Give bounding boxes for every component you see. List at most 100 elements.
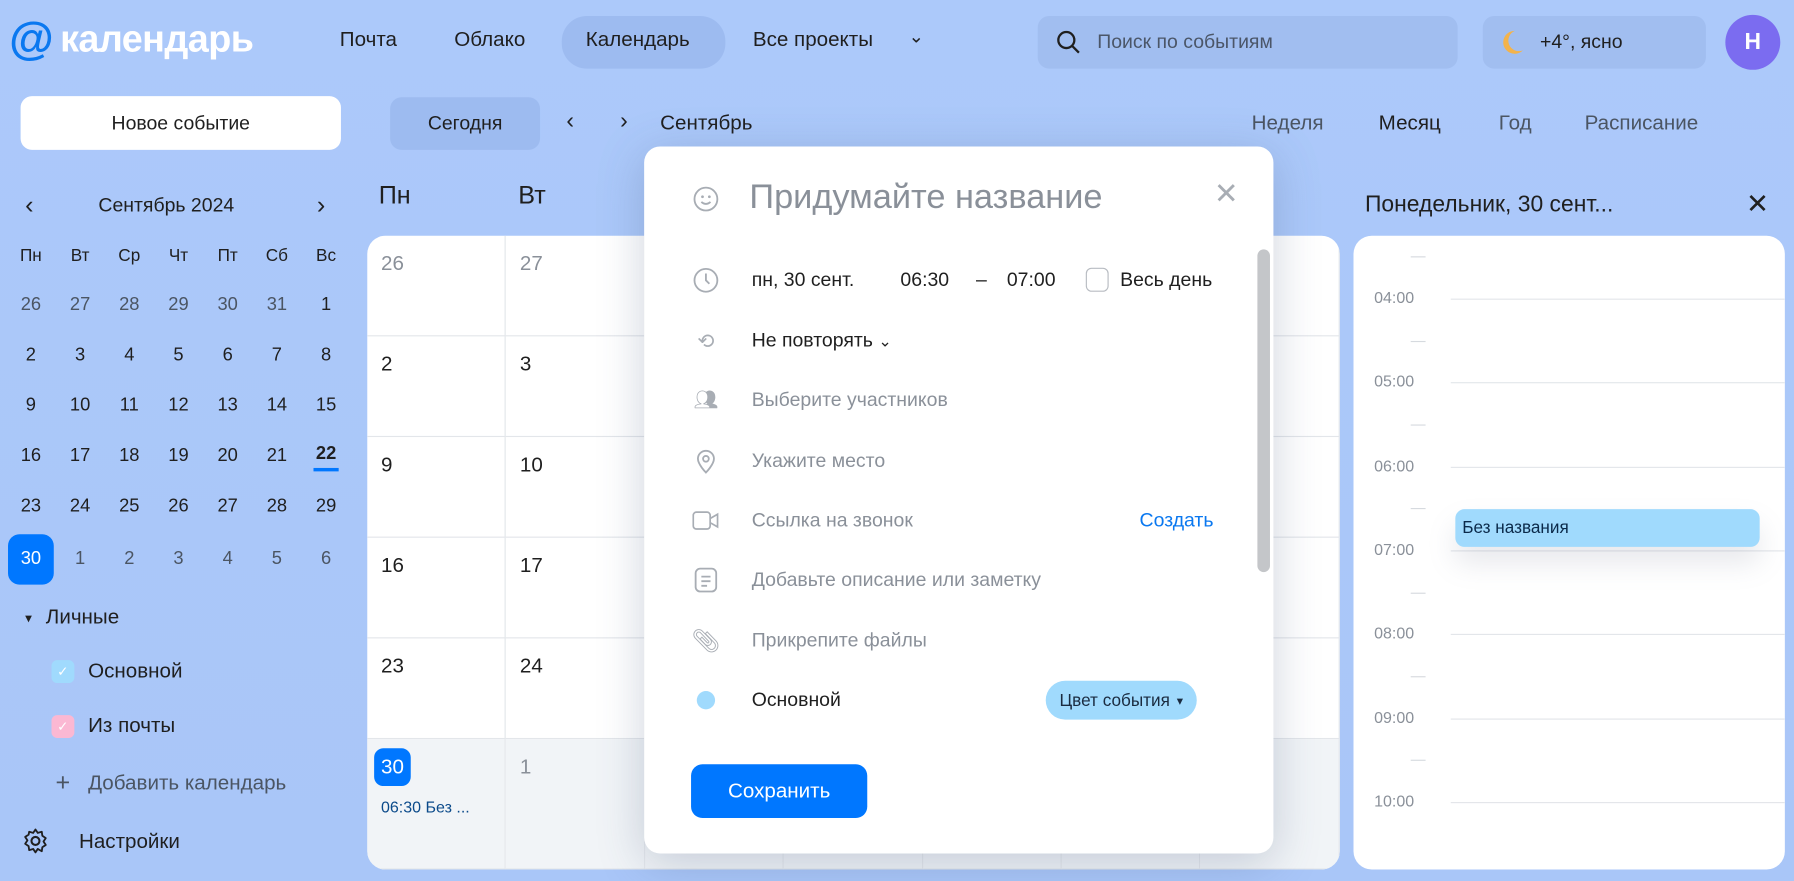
mini-day[interactable]: 27 <box>208 487 247 526</box>
mini-day[interactable]: 24 <box>61 487 100 526</box>
repeat-select[interactable]: Не повторять ⌄ <box>752 330 892 353</box>
mini-day[interactable]: 19 <box>159 437 198 476</box>
all-day-checkbox[interactable] <box>1085 267 1109 292</box>
mini-day[interactable]: 11 <box>110 387 149 426</box>
today-button[interactable]: Сегодня <box>390 97 541 150</box>
new-event-button[interactable]: Новое событие <box>20 96 341 150</box>
month-cell[interactable]: 30 06:30 Без ... <box>367 739 507 870</box>
calendar-group-personal[interactable]: ▾ Личные <box>25 605 119 629</box>
mini-day[interactable]: 2 <box>11 336 50 375</box>
nav-cloud[interactable]: Облако <box>454 27 525 51</box>
save-button[interactable]: Сохранить <box>691 764 868 819</box>
mini-day[interactable]: 16 <box>11 437 50 476</box>
mini-day[interactable]: 20 <box>208 437 247 476</box>
month-cell[interactable]: 2 <box>367 336 507 438</box>
mini-day[interactable]: 4 <box>208 540 247 579</box>
view-year[interactable]: Год <box>1499 111 1532 135</box>
mini-day[interactable]: 26 <box>159 487 198 526</box>
mini-day[interactable]: 10 <box>61 387 100 426</box>
create-call-link[interactable]: Создать <box>1140 509 1214 532</box>
participants-input[interactable]: Выберите участников <box>752 389 948 412</box>
mini-day[interactable]: 6 <box>208 336 247 375</box>
settings-button[interactable]: Настройки <box>22 827 180 854</box>
add-calendar-button[interactable]: + Добавить календарь <box>51 768 287 798</box>
nav-mail[interactable]: Почта <box>340 27 397 51</box>
mini-day[interactable]: 14 <box>257 387 296 426</box>
mini-day[interactable]: 23 <box>11 487 50 526</box>
mini-day[interactable]: 30 <box>208 286 247 325</box>
view-week[interactable]: Неделя <box>1252 111 1324 135</box>
next-month-icon[interactable]: › <box>620 109 628 135</box>
month-cell[interactable]: 27 <box>506 235 646 337</box>
location-input[interactable]: Укажите место <box>752 450 885 473</box>
emoji-icon[interactable] <box>692 185 719 212</box>
search-input[interactable]: Поиск по событиям <box>1037 16 1458 69</box>
mini-day[interactable]: 28 <box>110 286 149 325</box>
mini-day[interactable]: 13 <box>208 387 247 426</box>
event-color-button[interactable]: Цвет события ▾ <box>1045 680 1197 720</box>
mini-day[interactable]: 18 <box>110 437 149 476</box>
prev-month-icon[interactable]: ‹ <box>566 109 574 135</box>
mini-day[interactable]: 3 <box>159 540 198 579</box>
attach-files-button[interactable]: Прикрепите файлы <box>752 629 927 652</box>
mini-day[interactable]: 22 <box>313 437 339 472</box>
mini-day[interactable]: 31 <box>257 286 296 325</box>
mini-day[interactable]: 17 <box>61 437 100 476</box>
mini-day[interactable]: 3 <box>61 336 100 375</box>
mini-day[interactable]: 25 <box>110 487 149 526</box>
logo[interactable]: @ календарь <box>9 16 254 62</box>
mini-day[interactable]: 4 <box>110 336 149 375</box>
mini-day[interactable]: 29 <box>307 487 346 526</box>
day-event[interactable]: Без названия <box>1455 509 1760 547</box>
close-day-panel-icon[interactable]: ✕ <box>1746 188 1769 221</box>
mini-day[interactable]: 2 <box>110 540 149 579</box>
mini-day[interactable]: 7 <box>257 336 296 375</box>
end-time[interactable]: 07:00 <box>1007 269 1056 292</box>
month-cell[interactable]: 26 <box>367 235 507 337</box>
month-cell[interactable]: 16 <box>367 537 507 639</box>
calendar-from-mail[interactable]: ✓ Из почты <box>51 714 175 738</box>
mini-prev-icon[interactable]: ‹ <box>25 190 33 220</box>
mini-day[interactable]: 29 <box>159 286 198 325</box>
start-time[interactable]: 06:30 <box>900 269 949 292</box>
mini-day[interactable]: 1 <box>61 540 100 579</box>
calendar-main[interactable]: ✓ Основной <box>51 659 183 683</box>
mini-day[interactable]: 21 <box>257 437 296 476</box>
event-date[interactable]: пн, 30 сент. <box>752 269 855 292</box>
avatar[interactable]: Н <box>1725 14 1781 70</box>
mini-day[interactable]: 5 <box>159 336 198 375</box>
month-event-preview[interactable]: 06:30 Без ... <box>381 797 505 815</box>
mini-day[interactable]: 9 <box>11 387 50 426</box>
mini-day[interactable]: 1 <box>307 286 346 325</box>
weather-widget[interactable]: +4°, ясно <box>1482 16 1706 69</box>
month-cell[interactable]: 3 <box>506 336 646 438</box>
month-cell[interactable]: 1 <box>506 739 646 870</box>
mini-next-icon[interactable]: › <box>317 190 325 220</box>
chevron-down-icon[interactable]: ⌄ <box>908 25 923 48</box>
description-input[interactable]: Добавьте описание или заметку <box>752 569 1041 592</box>
checkbox-checked-icon[interactable]: ✓ <box>51 659 75 683</box>
month-cell[interactable]: 10 <box>506 437 646 538</box>
scrollbar[interactable] <box>1257 249 1270 573</box>
view-month[interactable]: Месяц <box>1379 111 1441 135</box>
month-cell[interactable]: 24 <box>506 638 646 740</box>
mini-day[interactable]: 26 <box>11 286 50 325</box>
mini-day[interactable]: 15 <box>307 387 346 426</box>
mini-day[interactable]: 6 <box>307 540 346 579</box>
mini-day[interactable]: 30 <box>8 534 54 585</box>
mini-day[interactable]: 27 <box>61 286 100 325</box>
event-title-input[interactable]: Придумайте название <box>749 178 1102 217</box>
view-schedule[interactable]: Расписание <box>1585 111 1699 135</box>
nav-all-projects[interactable]: Все проекты <box>753 27 873 51</box>
close-icon[interactable]: ✕ <box>1214 176 1239 211</box>
checkbox-checked-icon[interactable]: ✓ <box>51 714 75 738</box>
mini-day[interactable]: 5 <box>257 540 296 579</box>
mini-day[interactable]: 28 <box>257 487 296 526</box>
month-cell[interactable]: 23 <box>367 638 507 740</box>
month-cell[interactable]: 9 <box>367 437 507 538</box>
calendar-select[interactable]: Основной <box>752 689 841 712</box>
mini-day[interactable]: 12 <box>159 387 198 426</box>
nav-calendar[interactable]: Календарь <box>586 27 690 51</box>
month-cell[interactable]: 17 <box>506 537 646 639</box>
mini-day[interactable]: 8 <box>307 336 346 375</box>
